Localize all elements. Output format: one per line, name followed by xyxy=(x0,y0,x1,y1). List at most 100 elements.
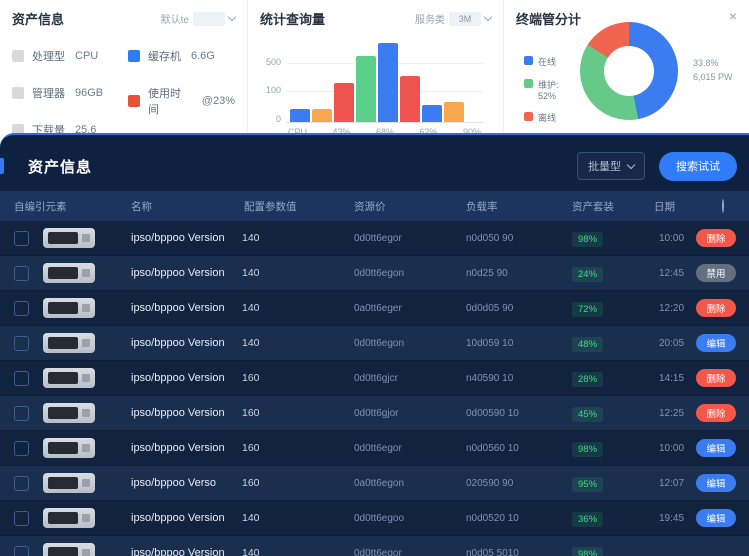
cell-action: 删除 xyxy=(696,369,749,387)
row-action-button[interactable]: 编辑 xyxy=(696,334,736,352)
status-badge: 24% xyxy=(572,267,604,282)
row-action-button[interactable]: 禁用 xyxy=(696,264,736,282)
batch-filter-label: 批量型 xyxy=(588,161,621,173)
donut-chart-card: 终端管分计 × 在线 维护: 52% 离线 33.8% 6,015 PW xyxy=(504,0,749,133)
cell-param: 140 xyxy=(242,232,260,244)
cell-param: 140 xyxy=(242,337,260,349)
stat-label: 使用时间 xyxy=(147,88,181,116)
device-thumbnail[interactable] xyxy=(43,298,95,318)
cell-badge: 98% xyxy=(567,229,649,247)
cell-action: 删除 xyxy=(696,229,749,247)
cell-badge: 98% xyxy=(567,544,649,556)
cell-resource: 0a0tt6egon xyxy=(354,477,405,489)
asset-info-filter-dropdown[interactable]: 默认te xyxy=(161,11,237,26)
device-thumbnail[interactable] xyxy=(43,473,95,493)
device-thumbnail[interactable] xyxy=(43,508,95,528)
donut-annotation-line2: 6,015 PW xyxy=(693,72,733,82)
row-action-button[interactable]: 删除 xyxy=(696,229,736,247)
row-action-button[interactable]: 编辑 xyxy=(696,474,736,492)
row-action-button[interactable]: 编辑 xyxy=(696,439,736,457)
col-header-resource: 资源价 xyxy=(354,200,386,213)
bar xyxy=(400,76,420,122)
device-thumbnail[interactable] xyxy=(43,438,95,458)
bar-chart-y-axis: 500 100 0 xyxy=(260,40,286,124)
legend-color-square-icon xyxy=(524,79,533,88)
close-icon[interactable]: × xyxy=(729,9,737,23)
batch-filter-dropdown[interactable]: 批量型 xyxy=(577,152,645,180)
legend-item: 离线 xyxy=(524,111,576,124)
cell-load: n0d25 90 xyxy=(466,267,508,279)
donut-card-title: 终端管分计 xyxy=(516,12,582,27)
row-checkbox[interactable] xyxy=(14,510,29,526)
asset-info-card: 资产信息 默认te 处理型 CPU 管理器 96GB 下载量 25.6 缓存机 6.6G 使用… xyxy=(0,0,248,153)
chevron-down-icon xyxy=(626,160,636,169)
stat-color-square-icon xyxy=(127,50,140,62)
table-row: ipso/bppoo Version 160 0d0tt6gjor 0d00590 1… xyxy=(0,396,749,431)
table-row: ipso/bppoo Verso 160 0a0tt6egon 020590 90 95… xyxy=(0,466,749,501)
bar xyxy=(290,109,310,122)
stat-color-square-icon xyxy=(127,95,140,107)
cell-load: n0d05 5010 xyxy=(466,547,519,556)
device-thumbnail[interactable] xyxy=(43,368,95,388)
table-row: ipso/bppoo Version 140 0d0tt6egon 10d059 10… xyxy=(0,326,749,361)
stat-label: 缓存机 xyxy=(147,51,181,63)
asset-info-filter-value-box xyxy=(193,11,225,26)
table-body: ipso/bppoo Version 140 0d0tt6egor n0d050 90… xyxy=(0,221,749,556)
device-thumbnail[interactable] xyxy=(43,333,95,353)
cell-name: ipso/bppoo Version xyxy=(131,407,225,419)
row-checkbox[interactable] xyxy=(14,265,29,281)
table-header-row: 自编引元素 名称 配置参数值 资源价 负载率 资产套装 日期 xyxy=(0,191,749,221)
stat-color-square-icon xyxy=(12,50,24,62)
device-thumbnail[interactable] xyxy=(43,403,95,423)
cell-date: 10:00 xyxy=(659,232,685,244)
donut-annotation: 33.8% 6,015 PW xyxy=(693,56,733,84)
stat-color-square-icon xyxy=(12,87,24,99)
cell-name: ipso/bppoo Version xyxy=(131,372,225,384)
device-thumbnail[interactable] xyxy=(43,543,95,556)
row-action-button[interactable]: 编辑 xyxy=(696,509,736,527)
cell-action: 编辑 xyxy=(696,334,749,352)
legend-label: 离线 xyxy=(538,113,557,123)
row-action-button[interactable]: 删除 xyxy=(696,404,736,422)
cell-badge: 72% xyxy=(567,299,649,317)
legend-item: 在线 xyxy=(524,55,576,68)
stat-value: 96GB xyxy=(75,87,104,99)
row-checkbox[interactable] xyxy=(14,440,29,456)
row-checkbox[interactable] xyxy=(14,230,29,246)
row-checkbox[interactable] xyxy=(14,300,29,316)
refresh-icon[interactable] xyxy=(722,199,724,213)
stats-chart-filter-dropdown[interactable]: 服务类 3M xyxy=(415,11,493,26)
col-header-suite: 资产套装 xyxy=(572,200,614,213)
cell-resource: 0d0tt6egoo xyxy=(354,512,405,524)
row-checkbox[interactable] xyxy=(14,405,29,421)
cell-load: 020590 90 xyxy=(466,477,514,489)
device-thumbnail[interactable] xyxy=(43,228,95,248)
stat-item: 管理器 96GB xyxy=(12,85,128,101)
cell-action: 禁用 xyxy=(696,264,749,282)
cell-badge: 24% xyxy=(567,264,649,282)
row-checkbox[interactable] xyxy=(14,545,29,556)
row-action-button[interactable]: 删除 xyxy=(696,369,736,387)
donut-annotation-line1: 33.8% xyxy=(693,58,719,68)
row-checkbox[interactable] xyxy=(14,335,29,351)
search-button[interactable]: 搜索试试 xyxy=(659,151,737,181)
cell-load: 0d00590 10 xyxy=(466,407,519,419)
stat-value: CPU xyxy=(75,50,99,62)
stats-chart-title: 统计查询量 xyxy=(260,12,326,27)
row-action-button[interactable]: 删除 xyxy=(696,299,736,317)
status-badge: 36% xyxy=(572,512,604,527)
cell-load: n40590 10 xyxy=(466,372,514,384)
stat-label: 管理器 xyxy=(32,88,65,100)
row-checkbox[interactable] xyxy=(14,475,29,491)
bar xyxy=(444,102,464,122)
cell-date: 12:20 xyxy=(659,302,685,314)
cell-name: ipso/bppoo Version xyxy=(131,337,225,349)
stats-chart-filter-value: 3M xyxy=(449,11,481,26)
device-thumbnail[interactable] xyxy=(43,263,95,283)
status-badge: 45% xyxy=(572,407,604,422)
row-checkbox[interactable] xyxy=(14,370,29,386)
cell-date: 12:25 xyxy=(659,407,685,419)
col-header-load: 负载率 xyxy=(466,200,498,213)
stat-item: 处理型 CPU xyxy=(12,48,128,64)
table-section-header: 资产信息 批量型 搜索试试 xyxy=(0,151,749,181)
